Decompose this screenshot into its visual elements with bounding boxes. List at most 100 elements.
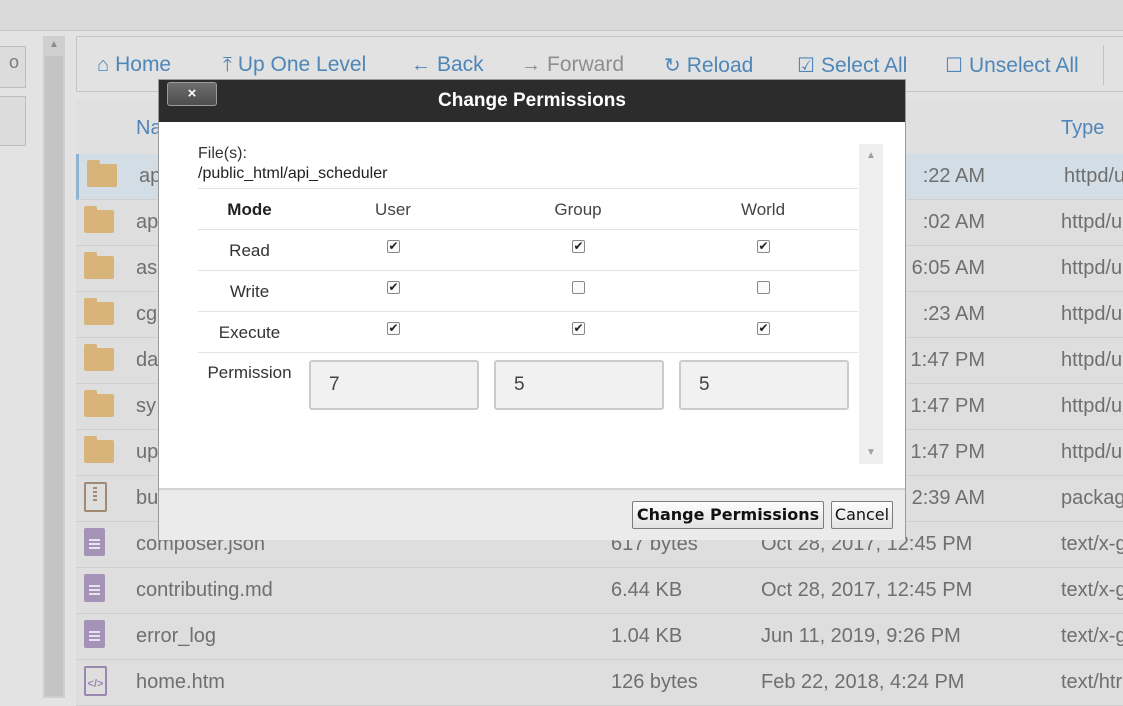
folder-icon [84,206,114,233]
user-write-checkbox[interactable]: ✔ [387,281,400,294]
scrollbar-thumb[interactable] [45,56,63,696]
change-permissions-button[interactable]: Change Permissions [632,501,824,529]
permission-row-label: Execute [218,323,281,342]
permissions-header-row: Mode User Group World [198,188,858,229]
scroll-up-arrow-icon[interactable]: ▲ [859,150,883,161]
up-one-level-label: Up One Level [237,53,367,76]
reload-button[interactable]: ↻ Reload [664,53,753,78]
zip-icon [84,482,107,512]
user-read-checkbox[interactable]: ✔ [387,240,400,253]
permission-row-read: Read ✔ ✔ ✔ [198,229,858,270]
group-read-checkbox[interactable]: ✔ [572,240,585,253]
file-size: 1.04 KB [611,625,683,647]
back-button[interactable]: ← Back [411,53,484,77]
folder-icon [87,160,117,187]
user-column-header: User [375,200,411,219]
file-name: error_log [136,625,217,647]
select-all-button[interactable]: ☑ Select All [797,53,907,78]
arrow-right-icon: → [521,54,541,76]
file-type: text/x-g [1061,625,1123,647]
file-modified-date: 1:47 PM [910,441,985,463]
permission-values-row: Permission 7 5 5 [198,352,858,421]
group-execute-checkbox[interactable]: ✔ [572,322,585,335]
type-column-header[interactable]: Type [1061,117,1104,140]
file-name: contributing.md [136,579,273,601]
dialog-title: Change Permissions [438,90,626,111]
file-modified-date: 6:05 AM [911,257,985,279]
user-permission-input[interactable]: 7 [309,360,479,410]
scroll-down-arrow-icon[interactable]: ▼ [859,447,883,458]
file-type: httpd/u [1061,441,1123,463]
file-path: /public_html/api_scheduler [198,165,388,182]
file-type: httpd/u [1064,165,1123,187]
file-name: da [136,349,159,371]
forward-button[interactable]: → Forward [521,53,624,77]
checked-box-icon: ☑ [797,55,815,77]
folder-icon [84,390,114,417]
file-modified-date: 1:47 PM [910,349,985,371]
world-permission-input[interactable]: 5 [679,360,849,410]
code-file-icon: </> [84,666,107,696]
level-up-icon: ⤒ [223,54,232,76]
file-modified-date: :22 AM [922,165,985,187]
group-column-header: Group [554,200,602,219]
world-write-checkbox[interactable] [757,281,770,294]
back-label: Back [437,53,484,76]
permission-row-label: Read [229,241,270,260]
world-execute-checkbox[interactable]: ✔ [757,322,770,335]
file-row[interactable]: </> home.htm 126 bytes Feb 22, 2018, 4:24 P… [76,660,1123,706]
file-name: as [136,257,158,279]
empty-box-icon: ☐ [945,55,963,77]
file-modified-date: :02 AM [922,211,985,233]
unselect-all-button[interactable]: ☐ Unselect All [945,53,1079,78]
left-panel-button-2[interactable] [0,96,26,146]
home-icon: ⌂ [97,54,110,76]
home-button[interactable]: ⌂ Home [97,53,171,77]
arrow-left-icon: ← [411,54,431,76]
cancel-button[interactable]: Cancel [831,501,893,529]
user-execute-checkbox[interactable]: ✔ [387,322,400,335]
file-row[interactable]: contributing.md 6.44 KB Oct 28, 2017, 12:4… [76,568,1123,614]
left-panel-button[interactable]: o [0,46,26,88]
file-type: httpd/u [1061,349,1123,371]
change-permissions-dialog: × Change Permissions File(s): /public_ht… [158,79,906,540]
toolbar-divider [1103,45,1104,85]
file-size: 6.44 KB [611,579,683,601]
file-name: ap [136,211,159,233]
file-name: cg [136,303,158,325]
file-modified-date: 2:39 AM [911,487,985,509]
select-all-label: Select All [820,54,908,77]
file-size: 126 bytes [611,671,698,693]
document-icon [84,620,105,648]
permission-label: Permission [207,363,292,382]
file-type: httpd/u [1061,303,1123,325]
files-label: File(s): [198,145,247,162]
group-write-checkbox[interactable] [572,281,585,294]
file-row[interactable]: error_log 1.04 KB Jun 11, 2019, 9:26 PM tex… [76,614,1123,660]
dialog-body: File(s): /public_html/api_scheduler Mode… [159,122,905,488]
file-modified-date: Oct 28, 2017, 12:45 PM [761,579,973,601]
mode-header: Mode [227,200,272,219]
dialog-scrollbar[interactable]: ▲ ▼ [859,144,883,464]
permission-row-execute: Execute ✔ ✔ ✔ [198,311,858,352]
dialog-header: × Change Permissions [159,80,905,122]
file-modified-date: Feb 22, 2018, 4:24 PM [761,671,965,693]
group-permission-input[interactable]: 5 [494,360,664,410]
reload-label: Reload [686,54,754,77]
folder-icon [84,252,114,279]
reload-icon: ↻ [664,55,681,77]
file-list-scrollbar[interactable]: ▲ [43,36,65,698]
world-read-checkbox[interactable]: ✔ [757,240,770,253]
unselect-all-label: Unselect All [968,54,1079,77]
permissions-table: Mode User Group World Read ✔ ✔ ✔ Write ✔ Execu… [198,188,858,421]
file-modified-date: Jun 11, 2019, 9:26 PM [761,625,961,647]
up-one-level-button[interactable]: ⤒ Up One Level [223,53,366,77]
permission-row-write: Write ✔ [198,270,858,311]
world-column-header: World [740,200,786,219]
file-type: text/x-g [1061,533,1123,555]
scroll-up-arrow-icon[interactable]: ▲ [43,36,65,54]
document-icon [84,574,105,602]
folder-icon [84,344,114,371]
file-name: bu [136,487,159,509]
folder-icon [84,298,114,325]
